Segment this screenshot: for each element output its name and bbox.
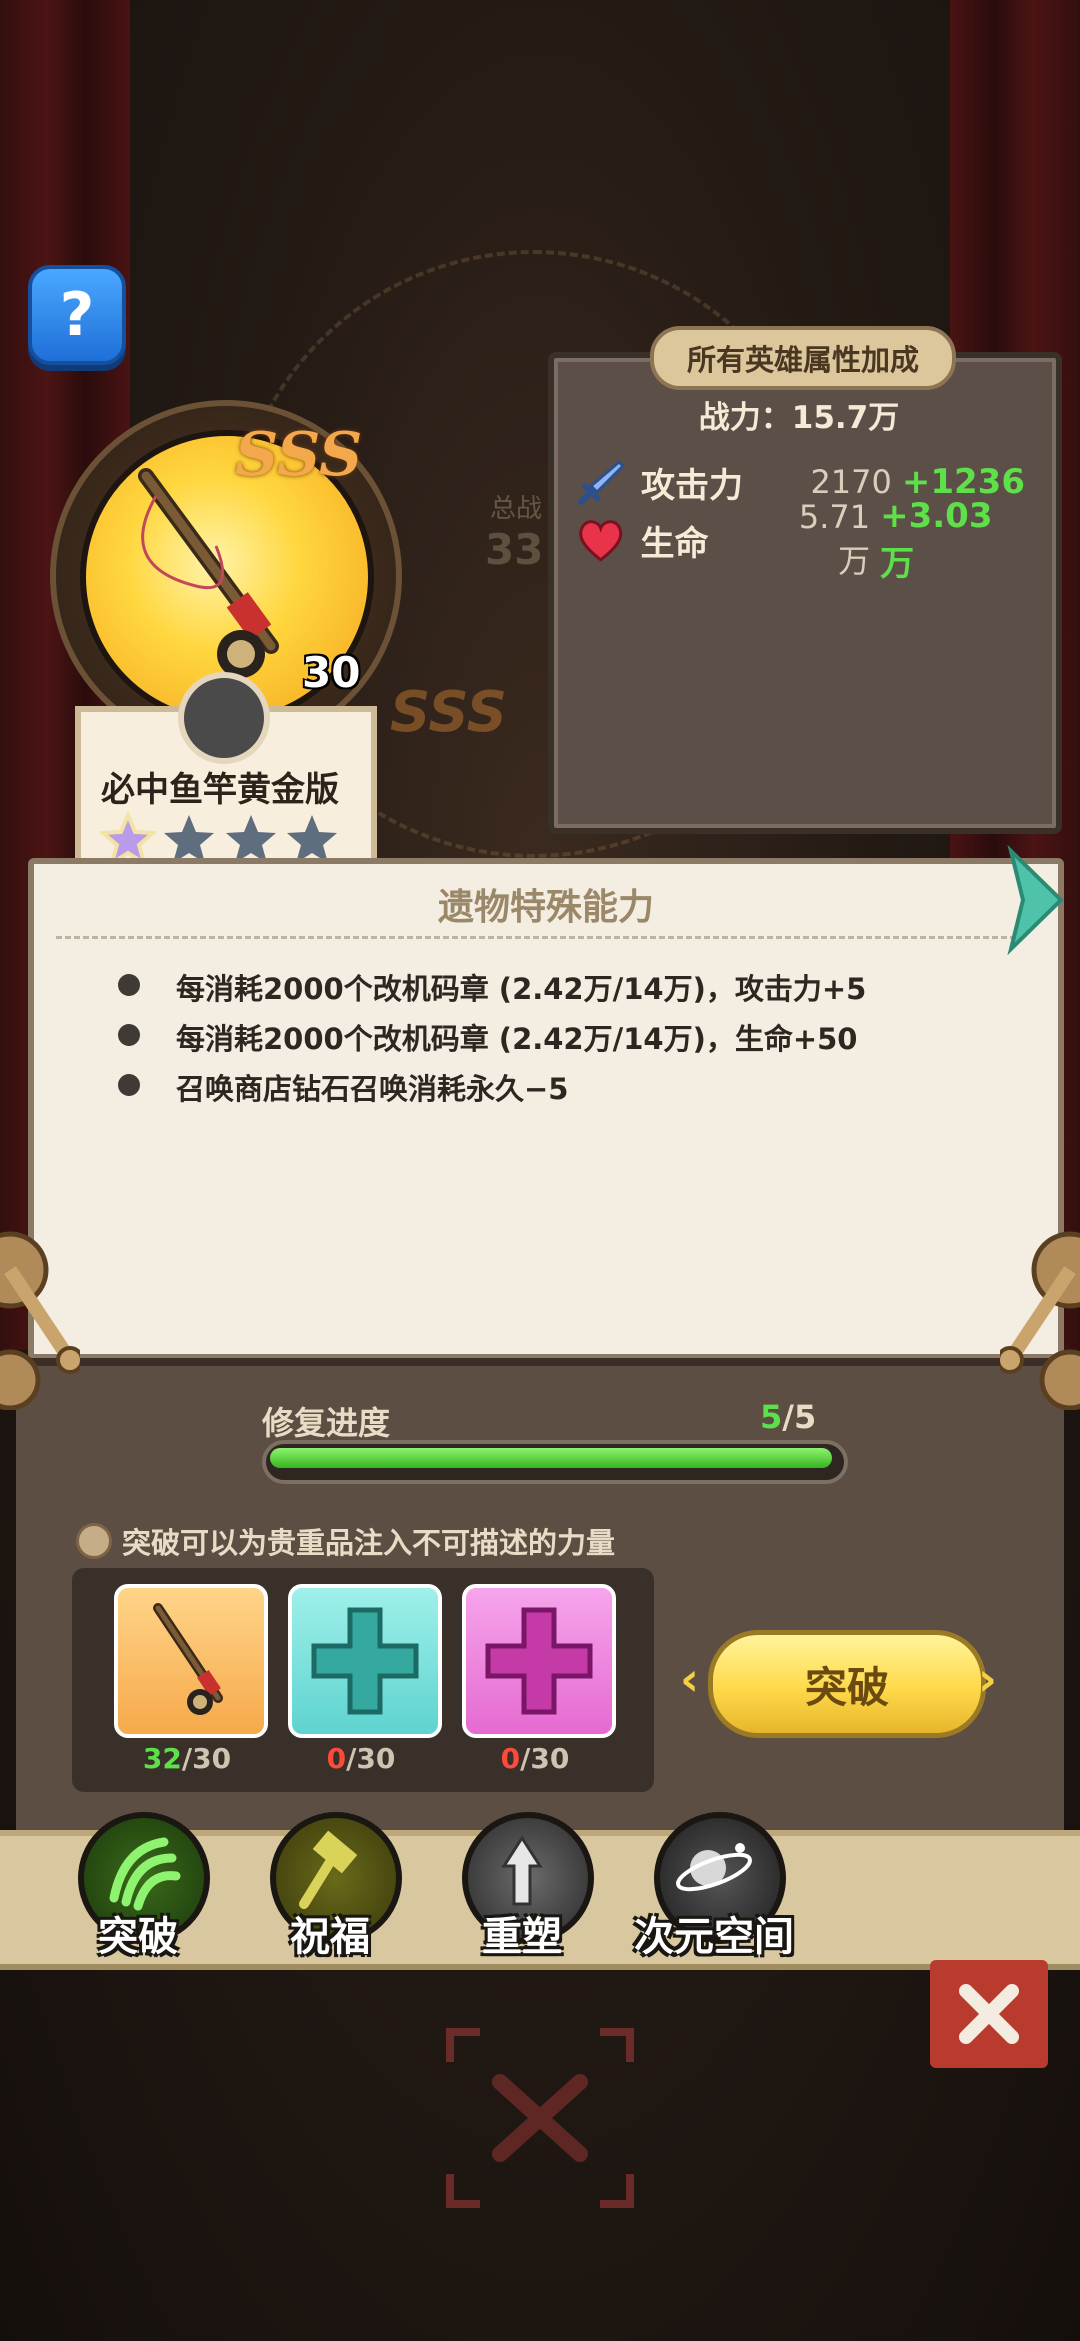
- nav-dimension-space[interactable]: 次元空间: [634, 1812, 794, 1960]
- stats-tab-title: 所有英雄属性加成: [650, 326, 956, 390]
- background-faded-grade: SSS: [390, 680, 508, 745]
- material-count: 0/30: [460, 1742, 610, 1775]
- stat-name: 攻击力: [641, 465, 743, 506]
- stat-base: 2170: [810, 463, 892, 501]
- repair-progress-label: 修复进度: [262, 1404, 391, 1442]
- relic-level: 30: [302, 648, 361, 697]
- relic-name: 必中鱼竿黄金版: [101, 770, 339, 810]
- material-have: 0: [326, 1742, 347, 1775]
- close-button[interactable]: [930, 1960, 1048, 2068]
- ability-title: 遗物特殊能力: [437, 887, 654, 928]
- nav-label: 祝福: [290, 1914, 370, 1960]
- bracket-right-icon: [1000, 1231, 1080, 1410]
- material-need: /30: [520, 1742, 570, 1775]
- heart-icon: [579, 520, 623, 562]
- breakthrough-button[interactable]: 突破: [708, 1630, 986, 1738]
- teal-plus-icon: [311, 1607, 419, 1715]
- material-have: 0: [500, 1742, 521, 1775]
- nav-label: 次元空间: [634, 1914, 794, 1960]
- stat-row-hp: 生命 5.71万 +3.03万: [575, 496, 1025, 584]
- sword-icon: [578, 459, 626, 505]
- stat-bonus: +3.03万: [880, 495, 993, 584]
- fishing-rod-icon: [153, 1603, 223, 1715]
- repair-total: /5: [782, 1398, 817, 1436]
- nav-label: 突破: [98, 1914, 178, 1960]
- material-count: 0/30: [286, 1742, 436, 1775]
- repair-current: 5: [760, 1398, 783, 1436]
- material-slot-teal[interactable]: [288, 1584, 442, 1738]
- ability-line: 召唤商店钻石召唤消耗永久−5: [176, 1072, 569, 1106]
- help-button[interactable]: ?: [28, 265, 126, 365]
- ability-line: 每消耗2000个改机码章 (2.42万/14万)，生命+50: [176, 1022, 858, 1056]
- material-need: /30: [346, 1742, 396, 1775]
- chevron-right-icon: ›: [978, 1652, 997, 1706]
- material-have: 32: [142, 1742, 182, 1775]
- grade-badge: SSS: [235, 420, 363, 490]
- stat-base: 5.71万: [798, 498, 871, 580]
- ability-divider: [56, 936, 1016, 939]
- pink-plus-icon: [485, 1607, 593, 1715]
- chevron-left-icon: ‹: [680, 1652, 699, 1706]
- material-slot-pink[interactable]: [462, 1584, 616, 1738]
- breakthrough-tip-text: 突破可以为贵重品注入不可描述的力量: [122, 1526, 616, 1560]
- bullet-icon: [118, 1024, 140, 1046]
- ability-line: 每消耗2000个改机码章 (2.42万/14万)，攻击力+5: [176, 972, 867, 1006]
- bullet-icon: [118, 974, 140, 996]
- ability-panel: [28, 858, 1064, 1360]
- repair-progress-fill: [270, 1448, 832, 1468]
- close-icon: [959, 1984, 1019, 2044]
- bracket-left-icon: [0, 1231, 80, 1410]
- nav-breakthrough[interactable]: 突破: [68, 1812, 210, 1960]
- next-arrow-icon[interactable]: [1005, 845, 1067, 955]
- background-faded-label: 总战: [490, 494, 543, 524]
- material-need: /30: [181, 1742, 232, 1775]
- breakthrough-tip: 突破可以为贵重品注入不可描述的力量: [76, 1520, 615, 1562]
- background-x-icon: [446, 2028, 634, 2208]
- question-mark-icon: ?: [59, 280, 95, 350]
- repair-progress-count: 5/5: [760, 1398, 816, 1436]
- stat-name: 生命: [640, 523, 709, 564]
- nav-blessing[interactable]: 祝福: [260, 1812, 402, 1960]
- name-plate-gem: [178, 672, 270, 764]
- nav-label: 重塑: [482, 1914, 562, 1960]
- combat-power: 战力：15.7万: [698, 400, 900, 436]
- bullet-icon: [118, 1074, 140, 1096]
- tip-dot-icon: [76, 1523, 112, 1559]
- nav-reforge[interactable]: 重塑: [452, 1812, 594, 1960]
- material-count: 32/30: [112, 1742, 262, 1775]
- material-slot-rod[interactable]: [114, 1584, 268, 1738]
